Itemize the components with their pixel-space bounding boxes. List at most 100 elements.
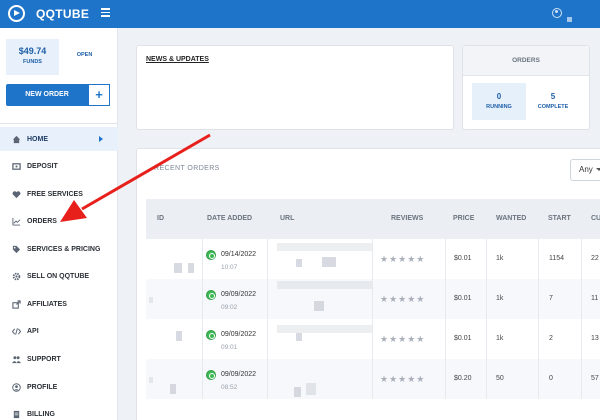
order-current: 22: [591, 255, 599, 262]
sidebar-item-label: SELL ON QQTUBE: [27, 272, 90, 280]
column-divider: [538, 239, 539, 399]
column-divider: [202, 239, 203, 399]
column-header-current[interactable]: CU: [591, 199, 600, 239]
table-row[interactable]: 09/14/2022 10:07 ★★★★★ $0.01 1k 1154 22: [146, 239, 600, 279]
sidebar-divider: [0, 123, 118, 124]
sidebar-item-sell-on-qqtube[interactable]: SELL ON QQTUBE: [0, 264, 118, 288]
column-header-reviews[interactable]: REVIEWS: [391, 199, 423, 239]
complete-count: 5: [550, 92, 556, 101]
order-date: 09/09/2022: [221, 291, 257, 298]
sidebar-item-label: ORDERS: [27, 217, 57, 225]
column-header-wanted[interactable]: WANTED: [496, 199, 526, 239]
brand-name[interactable]: QQTUBE: [36, 7, 89, 21]
order-start: 7: [549, 295, 553, 302]
funds-label: FUNDS: [23, 59, 42, 65]
sidebar-item-billing[interactable]: BILLING: [0, 402, 118, 420]
redacted-id: [176, 331, 182, 341]
orders-summary-title: ORDERS: [463, 46, 589, 76]
table-row[interactable]: 09/09/2022 09:01 ★★★★★ $0.01 1k 2 13: [146, 319, 600, 359]
sidebar-item-profile[interactable]: PROFILE: [0, 375, 118, 399]
column-header-start[interactable]: START: [548, 199, 571, 239]
funds-balance[interactable]: $49.74 FUNDS: [6, 39, 59, 75]
open-button[interactable]: OPEN: [59, 39, 110, 75]
sidebar-item-free-services[interactable]: FREE SERVICES: [0, 182, 118, 206]
order-start: 2: [549, 335, 553, 342]
sidebar-item-label: API: [27, 327, 39, 335]
check-circle-icon: [206, 370, 216, 380]
column-header-date-added[interactable]: DATE ADDED: [207, 199, 252, 239]
order-start: 1154: [549, 255, 565, 262]
order-date: 09/09/2022: [221, 331, 257, 338]
running-count: 0: [496, 92, 502, 101]
order-current: 13: [591, 335, 599, 342]
heart-icon: [12, 190, 21, 199]
news-updates-panel: NEWS & UPDATES: [136, 45, 454, 130]
complete-orders-stat[interactable]: 5 COMPLETE: [526, 83, 580, 120]
redacted-id: [174, 263, 182, 273]
news-title[interactable]: NEWS & UPDATES: [146, 56, 209, 63]
table-header: ID DATE ADDED URL REVIEWS PRICE WANTED S…: [146, 199, 600, 239]
column-header-price[interactable]: PRICE: [453, 199, 474, 239]
code-icon: [11, 327, 22, 336]
order-time: 09:02: [221, 304, 238, 311]
caret-right-icon: [99, 136, 103, 142]
redacted-url: [294, 387, 301, 397]
sidebar-item-label: HOME: [27, 135, 48, 143]
hamburger-menu-icon[interactable]: [101, 8, 110, 17]
review-stars-icon[interactable]: ★★★★★: [380, 254, 425, 265]
sidebar-item-deposit[interactable]: DEPOSIT: [0, 154, 118, 178]
sidebar-item-home[interactable]: HOME: [0, 127, 118, 151]
tags-icon: [12, 245, 21, 254]
order-date: 09/09/2022: [221, 371, 257, 378]
order-wanted: 1k: [496, 295, 504, 302]
sidebar-item-affiliates[interactable]: AFFILIATES: [0, 292, 118, 316]
redacted-id: [170, 384, 176, 394]
sidebar-item-services-pricing[interactable]: SERVICES & PRICING: [0, 237, 118, 261]
wallet-icon: [12, 162, 21, 171]
user-account-icon[interactable]: [552, 8, 562, 18]
status-filter-select[interactable]: Any: [570, 159, 600, 181]
order-current: 57: [591, 375, 599, 382]
sidebar-item-label: AFFILIATES: [27, 300, 67, 308]
column-header-id[interactable]: ID: [157, 199, 164, 239]
order-time: 09:01: [221, 344, 238, 351]
sidebar-item-label: SERVICES & PRICING: [27, 245, 101, 253]
sidebar-item-label: SUPPORT: [27, 355, 61, 363]
review-stars-icon[interactable]: ★★★★★: [380, 294, 425, 305]
people-icon: [12, 355, 21, 364]
order-time: 10:07: [221, 264, 238, 271]
redacted-url: [296, 259, 302, 267]
column-divider: [486, 239, 487, 399]
check-circle-icon: [206, 290, 216, 300]
column-divider: [445, 239, 446, 399]
order-price: $0.01: [454, 335, 472, 342]
order-start: 0: [549, 375, 553, 382]
notification-indicator: [567, 17, 572, 22]
review-stars-icon[interactable]: ★★★★★: [380, 334, 425, 345]
order-price: $0.01: [454, 255, 472, 262]
order-price: $0.20: [454, 375, 472, 382]
home-icon: [12, 135, 21, 144]
play-circle-logo-icon[interactable]: [8, 5, 25, 22]
table-row[interactable]: 09/09/2022 09:02 ★★★★★ $0.01 1k 7 11: [146, 279, 600, 319]
redacted-url: [322, 257, 336, 267]
user-circle-icon: [12, 382, 21, 392]
add-order-plus-button[interactable]: +: [88, 84, 110, 106]
sidebar-item-orders[interactable]: ORDERS: [0, 209, 118, 233]
redacted-url: [296, 333, 302, 341]
running-label: RUNNING: [486, 104, 512, 110]
recent-orders-title: RECENT ORDERS: [154, 165, 220, 172]
running-orders-stat[interactable]: 0 RUNNING: [472, 83, 526, 120]
sidebar-item-support[interactable]: SUPPORT: [0, 347, 118, 371]
sidebar-item-api[interactable]: API: [0, 319, 118, 343]
column-header-url[interactable]: URL: [280, 199, 294, 239]
order-wanted: 1k: [496, 335, 504, 342]
new-order-button[interactable]: NEW ORDER: [6, 84, 88, 106]
chart-line-icon: [12, 217, 21, 226]
table-row[interactable]: 09/09/2022 08:52 ★★★★★ $0.20 50 0 57: [146, 359, 600, 399]
sidebar: $49.74 FUNDS OPEN NEW ORDER + HOME DEPOS…: [0, 28, 118, 420]
order-price: $0.01: [454, 295, 472, 302]
redacted-url: [314, 301, 324, 311]
share-icon: [12, 299, 21, 309]
review-stars-icon[interactable]: ★★★★★: [380, 374, 425, 385]
